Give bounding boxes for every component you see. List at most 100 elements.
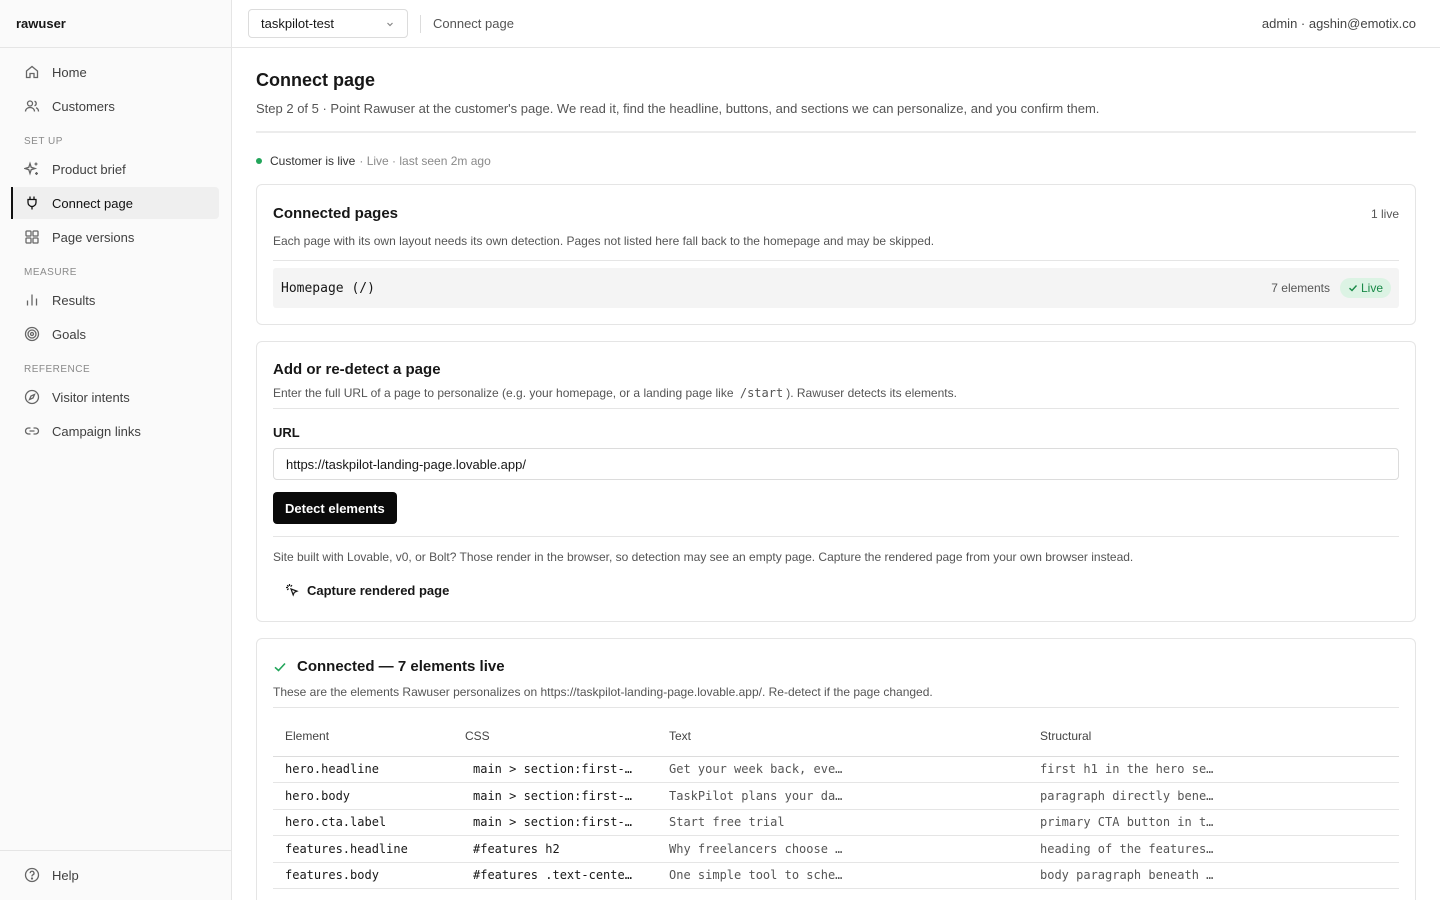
cell-css: #features h2 xyxy=(453,835,657,863)
connected-elements-card: Connected — 7 elements live These are th… xyxy=(256,638,1416,900)
sidebar-item-label: Visitor intents xyxy=(52,389,130,405)
status-text: Customer is live xyxy=(270,154,356,168)
table-row[interactable]: features.body #features .text-cente… One… xyxy=(273,862,1399,889)
cell-element: hero.body xyxy=(273,782,453,810)
column-header-element: Element xyxy=(273,708,453,757)
cell-text: TaskPilot plans your da… xyxy=(657,782,1028,810)
page-title: Connect page xyxy=(256,70,376,90)
brand-logo[interactable]: rawuser xyxy=(0,0,231,48)
sidebar-item-label: Results xyxy=(52,292,96,308)
url-label: URL xyxy=(273,425,300,440)
cell-css: #features .text-cente… xyxy=(453,862,657,889)
sidebar-item-visitor-intents[interactable]: Visitor intents xyxy=(12,381,219,413)
capture-button-label: Capture rendered page xyxy=(307,582,450,598)
sidebar-item-campaign-links[interactable]: Campaign links xyxy=(12,415,219,447)
table-row[interactable]: hero.cta.label main > section:first-… St… xyxy=(273,809,1399,836)
connected-pages-count: 1 live xyxy=(1370,206,1399,221)
cell-text: Get your week back, eve… xyxy=(657,756,1028,783)
add-page-description: Enter the full URL of a page to personal… xyxy=(273,386,1399,400)
cursor-click-icon xyxy=(285,583,299,597)
cell-structural: first h1 in the hero se… xyxy=(1028,756,1399,783)
sidebar-item-label: Home xyxy=(52,64,87,80)
users-icon xyxy=(24,98,40,114)
status-badge-label: Live xyxy=(1360,281,1383,295)
column-header-text: Text xyxy=(657,708,1028,757)
status-meta: · Live · last seen 2m ago xyxy=(359,154,491,168)
project-select[interactable]: taskpilot-test xyxy=(248,9,408,38)
cell-element: hero.cta.label xyxy=(273,809,453,836)
cell-css: main > section:first-… xyxy=(453,809,657,836)
bar-chart-icon xyxy=(24,292,40,308)
plug-icon xyxy=(24,195,40,211)
cell-element: hero.headline xyxy=(273,756,453,783)
column-header-css: CSS xyxy=(453,708,657,757)
add-page-desc-tail: ). Rawuser detects its elements. xyxy=(786,386,957,400)
nav-group-setup: SET UP xyxy=(24,136,63,147)
help-circle-icon xyxy=(24,867,40,883)
main-content: Connect page Step 2 of 5 · Point Rawuser… xyxy=(256,48,1416,900)
sidebar-item-goals[interactable]: Goals xyxy=(12,318,219,350)
sidebar-item-help[interactable]: Help xyxy=(12,859,219,891)
column-header-structural: Structural xyxy=(1028,708,1399,757)
connected-elements-description: These are the elements Rawuser personali… xyxy=(273,685,933,699)
cell-structural: primary CTA button in t… xyxy=(1028,809,1399,836)
table-header-row: Element CSS Text Structural xyxy=(273,708,1399,757)
cell-structural: body paragraph beneath … xyxy=(1028,862,1399,889)
url-input[interactable] xyxy=(273,448,1399,480)
sidebar-item-page-versions[interactable]: Page versions xyxy=(12,221,219,253)
add-page-desc-text: Enter the full URL of a page to personal… xyxy=(273,386,734,400)
cell-element: features.body xyxy=(273,862,453,889)
grid-icon xyxy=(24,229,40,245)
sidebar-item-label: Campaign links xyxy=(52,423,141,439)
sidebar-item-product-brief[interactable]: Product brief xyxy=(12,153,219,185)
breadcrumb: Connect page xyxy=(433,16,514,31)
sidebar-footer: Help xyxy=(0,850,231,900)
chevron-down-icon xyxy=(385,19,395,29)
nav-group-measure: MEASURE xyxy=(24,267,77,278)
table-row[interactable]: hero.body main > section:first-… TaskPil… xyxy=(273,782,1399,810)
table-row[interactable]: features.headline #features h2 Why freel… xyxy=(273,835,1399,863)
customer-status: Customer is live · Live · last seen 2m a… xyxy=(256,154,1416,168)
status-dot xyxy=(256,158,262,164)
status-badge: Live xyxy=(1339,278,1391,298)
compass-icon xyxy=(24,389,40,405)
sidebar-item-connect-page[interactable]: Connect page xyxy=(11,187,219,219)
topbar: taskpilot-test Connect page admin · agsh… xyxy=(232,0,1440,48)
sidebar-item-label: Goals xyxy=(52,326,86,342)
sidebar-item-label: Customers xyxy=(52,98,115,114)
cell-text: Start free trial xyxy=(657,809,1028,836)
cell-css: main > section:first-… xyxy=(453,782,657,810)
link-icon xyxy=(24,423,40,439)
account-menu[interactable]: admin · agshin@emotix.co xyxy=(1262,16,1416,31)
project-select-value: taskpilot-test xyxy=(261,16,334,31)
home-icon xyxy=(24,64,40,80)
add-page-desc-code: /start xyxy=(739,386,784,400)
cell-element: features.headline xyxy=(273,835,453,863)
check-icon xyxy=(1348,283,1358,293)
divider xyxy=(273,536,1399,537)
sidebar-item-customers[interactable]: Customers xyxy=(12,90,219,122)
cell-text: Why freelancers choose … xyxy=(657,835,1028,863)
nav-group-reference: REFERENCE xyxy=(24,364,91,375)
detect-elements-button[interactable]: Detect elements xyxy=(273,492,397,524)
page-row-elements: 7 elements xyxy=(1271,281,1330,295)
capture-rendered-page-button[interactable]: Capture rendered page xyxy=(273,576,449,604)
divider xyxy=(273,260,1399,261)
add-page-title: Add or re-detect a page xyxy=(273,361,441,378)
divider xyxy=(273,408,1399,409)
elements-table: Element CSS Text Structural hero.headlin… xyxy=(273,708,1399,889)
sidebar-item-label: Connect page xyxy=(52,195,133,211)
page-row[interactable]: Homepage (/) 7 elements Live xyxy=(273,268,1399,308)
sparkles-icon xyxy=(24,161,40,177)
target-icon xyxy=(24,326,40,342)
connected-pages-card: Connected pages 1 live Each page with it… xyxy=(256,184,1416,325)
sidebar-item-label: Help xyxy=(52,867,79,883)
sidebar-item-home[interactable]: Home xyxy=(12,56,219,88)
sidebar-nav: Home Customers SET UP Product brief Conn… xyxy=(0,48,231,447)
cell-css: main > section:first-… xyxy=(453,756,657,783)
sidebar-item-label: Page versions xyxy=(52,229,135,245)
check-icon xyxy=(273,660,287,674)
cell-text: One simple tool to sche… xyxy=(657,862,1028,889)
table-row[interactable]: hero.headline main > section:first-… Get… xyxy=(273,756,1399,783)
sidebar-item-results[interactable]: Results xyxy=(12,284,219,316)
